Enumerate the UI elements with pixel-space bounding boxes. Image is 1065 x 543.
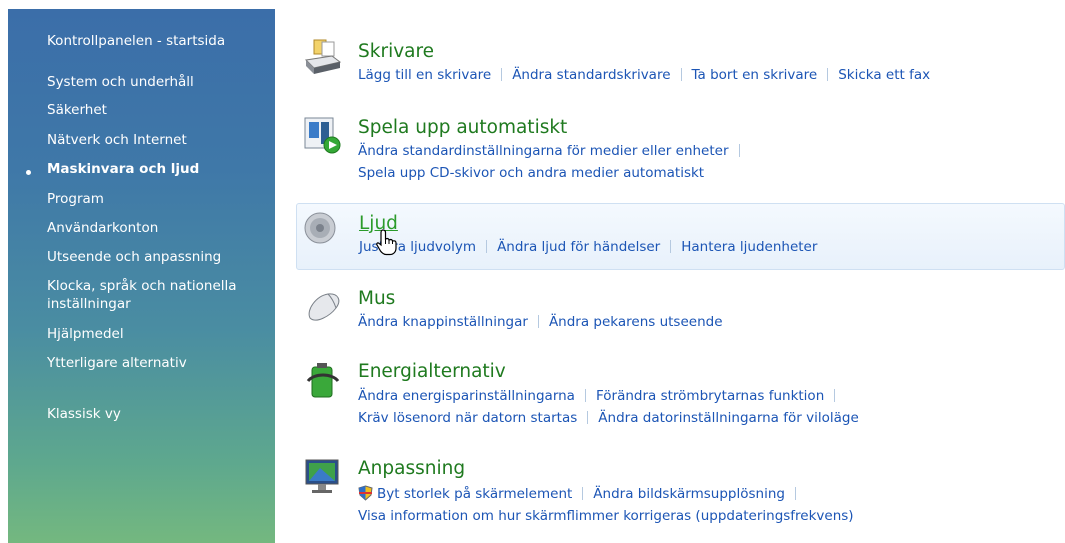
separator [680, 68, 682, 81]
sidebar-item-appearance[interactable]: Utseende och anpassning [47, 248, 262, 266]
mouse-title[interactable]: Mus [358, 288, 395, 310]
printers-title[interactable]: Skrivare [358, 41, 434, 63]
autoplay-cds-link[interactable]: Spela upp CD-skivor och andra medier aut… [358, 165, 704, 181]
sidebar-item-accessibility[interactable]: Hjälpmedel [47, 325, 262, 343]
power-battery-icon [306, 363, 340, 398]
category-printers: Skrivare Lägg till en skrivare Ändra stan… [296, 34, 1065, 90]
separator [582, 487, 584, 500]
sidebar-item-programs[interactable]: Program [47, 190, 262, 208]
change-pointer-appearance-link[interactable]: Ändra pekarens utseende [549, 314, 723, 330]
send-fax-link[interactable]: Skicka ett fax [838, 67, 930, 83]
autoplay-task-row-1: Ändra standardinställningarna för medier… [358, 143, 750, 160]
resize-screen-elements-link[interactable]: Byt storlek på skärmelement [377, 486, 572, 502]
change-sleep-settings-link[interactable]: Ändra datorinställningarna för viloläge [598, 410, 858, 426]
power-options-title[interactable]: Energialternativ [358, 361, 506, 383]
separator [827, 68, 829, 81]
change-system-sounds-link[interactable]: Ändra ljud för händelser [497, 239, 660, 255]
hand-cursor-icon [376, 229, 397, 256]
category-autoplay: Spela upp automatiskt Ändra standardinst… [296, 110, 1065, 185]
change-media-defaults-link[interactable]: Ändra standardinställningarna för medier… [358, 143, 729, 159]
category-personalization: Anpassning Byt storlek på skärmelement Än… [296, 452, 1065, 532]
category-mouse: Mus Ändra knappinställningar Ändra pekare… [296, 284, 1065, 340]
change-button-settings-link[interactable]: Ändra knappinställningar [358, 314, 528, 330]
separator [537, 315, 539, 328]
sidebar-item-network-internet[interactable]: Nätverk och Internet [47, 131, 262, 149]
printers-task-row: Lägg till en skrivare Ändra standardskriv… [358, 67, 930, 84]
sidebar-classic-view-link[interactable]: Klassisk vy [47, 405, 262, 423]
remove-printer-link[interactable]: Ta bort en skrivare [692, 67, 818, 83]
separator [486, 240, 488, 253]
separator [794, 487, 796, 500]
autoplay-task-row-2: Spela upp CD-skivor och andra medier aut… [358, 165, 704, 182]
active-item-bullet [26, 170, 31, 175]
mouse-task-row: Ändra knappinställningar Ändra pekarens u… [358, 314, 723, 331]
shield-icon [358, 485, 373, 501]
separator [670, 240, 672, 253]
category-power-options: Energialternativ Ändra energisparinställ… [296, 355, 1065, 435]
require-password-link[interactable]: Kräv lösenord när datorn startas [358, 410, 577, 426]
separator [584, 389, 586, 402]
sidebar-home-link[interactable]: Kontrollpanelen - startsida [47, 32, 262, 50]
display-icon [305, 459, 339, 493]
sidebar-item-system-maintenance[interactable]: System och underhåll [47, 73, 262, 91]
sidebar-item-hardware-sound[interactable]: Maskinvara och ljud [47, 160, 262, 178]
change-resolution-link[interactable]: Ändra bildskärmsupplösning [593, 486, 785, 502]
power-task-row-1: Ändra energisparinställningarna Förändra … [358, 388, 845, 405]
sound-task-row: Justera ljudvolym Ändra ljud för händelse… [359, 239, 817, 256]
personalization-title[interactable]: Anpassning [358, 458, 465, 480]
separator [587, 411, 589, 424]
speaker-icon [304, 212, 336, 244]
separator [738, 144, 740, 157]
power-task-row-2: Kräv lösenord när datorn startas Ändra da… [358, 410, 859, 427]
refresh-rate-info-link[interactable]: Visa information om hur skärmflimmer kor… [358, 508, 854, 524]
add-printer-link[interactable]: Lägg till en skrivare [358, 67, 491, 83]
manage-audio-devices-link[interactable]: Hantera ljudenheter [681, 239, 817, 255]
sidebar-item-clock-language[interactable]: Klocka, språk och nationella inställning… [47, 277, 252, 313]
separator [501, 68, 503, 81]
change-power-buttons-link[interactable]: Förändra strömbrytarnas funktion [596, 388, 824, 404]
mouse-icon [308, 293, 340, 321]
autoplay-icon [304, 117, 341, 154]
category-sound: Ljud Justera ljudvolym Ändra ljud för hän… [296, 203, 1065, 270]
sidebar: Kontrollpanelen - startsida System och u… [8, 9, 275, 543]
sidebar-item-additional-options[interactable]: Ytterligare alternativ [47, 354, 262, 372]
change-power-saving-link[interactable]: Ändra energisparinställningarna [358, 388, 575, 404]
sidebar-item-user-accounts[interactable]: Användarkonton [47, 219, 262, 237]
personalization-task-row-2: Visa information om hur skärmflimmer kor… [358, 508, 854, 525]
change-default-printer-link[interactable]: Ändra standardskrivare [512, 67, 670, 83]
autoplay-title[interactable]: Spela upp automatiskt [358, 117, 567, 139]
personalization-task-row-1: Byt storlek på skärmelement Ändra bildskä… [358, 485, 806, 503]
printer-icon [304, 39, 342, 74]
separator [834, 389, 836, 402]
sidebar-item-security[interactable]: Säkerhet [47, 101, 262, 119]
